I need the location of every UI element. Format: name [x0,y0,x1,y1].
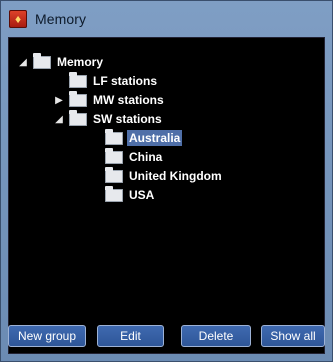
tree-node-china[interactable]: China [89,147,163,166]
tree-node-sw-stations[interactable]: ◢ SW stations [53,109,162,128]
folder-icon [69,109,87,126]
app-radio-icon: ♦ [9,10,27,28]
tree-node-lf-stations[interactable]: LF stations [53,71,158,90]
tree-node-label: SW stations [93,112,162,126]
expand-arrow-expanded-icon[interactable]: ◢ [53,113,65,125]
folder-icon [105,128,123,145]
folder-icon [105,147,123,164]
expander-placeholder [89,170,101,182]
expander-placeholder [53,75,65,87]
memory-tree-panel: ◢ Memory LF stations ▶ MW stations ◢ SW … [8,37,325,354]
folder-icon [69,90,87,107]
expander-placeholder [89,132,101,144]
tree-node-label: LF stations [93,74,158,88]
button-bar: New group Edit Delete Show all [8,325,325,349]
folder-icon [33,52,51,69]
edit-button[interactable]: Edit [97,325,164,347]
memory-window: ♦ Memory ◢ Memory LF stations ▶ MW stati… [0,0,333,362]
tree-node-usa[interactable]: USA [89,185,155,204]
folder-icon [69,71,87,88]
folder-icon [105,166,123,183]
expander-placeholder [89,189,101,201]
tree-node-memory[interactable]: ◢ Memory [17,52,104,71]
new-group-button[interactable]: New group [8,325,86,347]
tree-node-label: USA [129,188,155,202]
show-all-button[interactable]: Show all [261,325,325,347]
tree-node-label: United Kingdom [129,169,222,183]
window-title: Memory [35,11,87,27]
tree-node-mw-stations[interactable]: ▶ MW stations [53,90,164,109]
expander-placeholder [89,151,101,163]
tree-node-label: Australia [127,130,183,146]
tree-node-united-kingdom[interactable]: United Kingdom [89,166,222,185]
delete-button[interactable]: Delete [181,325,251,347]
expand-arrow-expanded-icon[interactable]: ◢ [17,56,29,68]
title-bar[interactable]: ♦ Memory [1,1,332,37]
tree-node-label: MW stations [93,93,164,107]
tree-node-australia[interactable]: Australia [89,128,183,147]
folder-icon [105,185,123,202]
tree-node-label: China [129,150,163,164]
tree-node-label: Memory [57,55,104,69]
expand-arrow-collapsed-icon[interactable]: ▶ [53,94,65,106]
